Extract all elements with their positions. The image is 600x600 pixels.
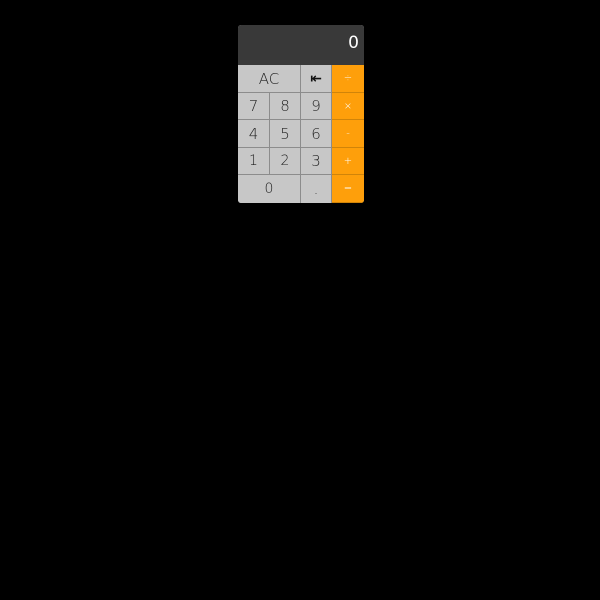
minus-button[interactable]: - — [332, 120, 364, 148]
plus-button[interactable]: + — [332, 148, 364, 175]
digit-9-button[interactable]: 9 — [301, 93, 332, 120]
digit-0-button[interactable]: 0 — [238, 175, 301, 203]
digit-5-button[interactable]: 5 — [270, 120, 301, 148]
decimal-button[interactable]: . — [301, 175, 332, 203]
backspace-button[interactable]: ⇤ — [301, 65, 332, 93]
digit-7-button[interactable]: 7 — [238, 93, 270, 120]
multiply-button[interactable]: × — [332, 93, 364, 120]
digit-2-button[interactable]: 2 — [270, 148, 301, 175]
digit-6-button[interactable]: 6 — [301, 120, 332, 148]
clear-button[interactable]: AC — [238, 65, 301, 93]
digit-4-button[interactable]: 4 — [238, 120, 270, 148]
equals-button[interactable]: = — [332, 175, 364, 203]
digit-8-button[interactable]: 8 — [270, 93, 301, 120]
digit-3-button[interactable]: 3 — [301, 148, 332, 175]
digit-1-button[interactable]: 1 — [238, 148, 270, 175]
divide-button[interactable]: ÷ — [332, 65, 364, 93]
calculator: 0 AC ⇤ ÷ 7 8 9 × 4 5 6 - 1 2 3 + 0 . = — [238, 25, 364, 203]
calculator-display: 0 — [238, 25, 364, 65]
